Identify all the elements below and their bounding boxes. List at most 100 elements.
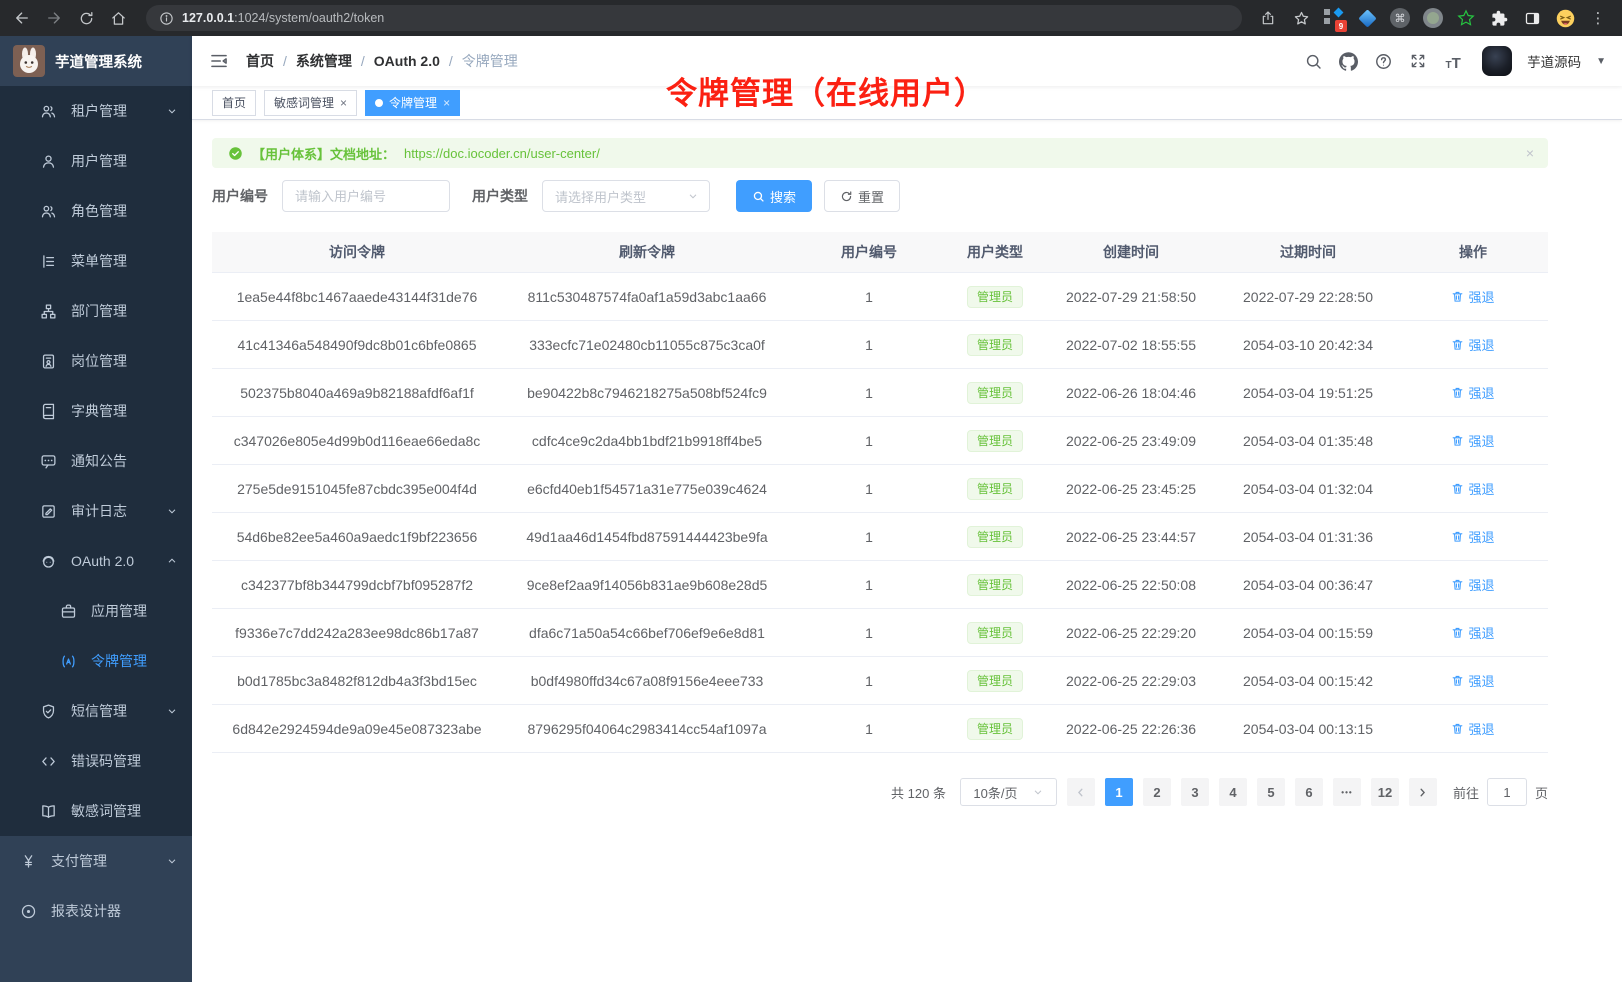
sidebar-item-报表设计器[interactable]: 报表设计器 [0, 886, 192, 936]
site-info-icon[interactable] [158, 10, 174, 26]
sidebar-item-租户管理[interactable]: 租户管理 [0, 86, 192, 136]
search-button[interactable]: 搜索 [736, 180, 812, 212]
reset-button[interactable]: 重置 [824, 180, 900, 212]
sidebar-item-字典管理[interactable]: 字典管理 [0, 386, 192, 436]
table-row: 275e5de9151045fe87cbdc395e004f4de6cfd40e… [212, 464, 1548, 512]
tab-敏感词管理[interactable]: 敏感词管理× [264, 90, 357, 116]
alert-close-icon[interactable]: × [1526, 145, 1534, 161]
home-icon[interactable] [104, 4, 132, 32]
sidebar-item-敏感词管理[interactable]: 敏感词管理 [0, 786, 192, 836]
sidebar-item-OAuth 2.0[interactable]: OAuth 2.0 [0, 536, 192, 586]
side-panel-icon[interactable] [1520, 6, 1544, 30]
back-icon[interactable] [8, 4, 36, 32]
goto-page-input[interactable] [1487, 778, 1527, 806]
force-logout-button[interactable]: 强退 [1451, 575, 1494, 594]
sidebar-item-角色管理[interactable]: 角色管理 [0, 186, 192, 236]
profile-emoji-icon[interactable] [1553, 6, 1577, 30]
fullscreen-icon[interactable] [1408, 51, 1428, 71]
sidebar-item-label: 报表设计器 [51, 901, 121, 921]
font-size-icon[interactable]: TT [1443, 51, 1463, 71]
more-pages-button[interactable]: ••• [1333, 778, 1361, 806]
url-bar[interactable]: 127.0.0.1:1024/system/oauth2/token [146, 5, 1242, 31]
close-icon[interactable]: × [443, 97, 450, 109]
search-icon[interactable] [1303, 51, 1323, 71]
user-type-badge: 管理员 [967, 382, 1023, 404]
code-icon [40, 753, 57, 770]
table-body: 1ea5e44f8bc1467aaede43144f31de76811c5304… [212, 272, 1548, 752]
search-button-icon [752, 190, 765, 203]
force-logout-button[interactable]: 强退 [1451, 527, 1494, 546]
doc-alert: 【用户体系】文档地址： https://doc.iocoder.cn/user-… [212, 138, 1548, 168]
github-icon[interactable] [1338, 51, 1358, 71]
force-logout-button[interactable]: 强退 [1451, 431, 1494, 450]
page-size-value: 10条/页 [973, 783, 1017, 802]
user-type-badge: 管理员 [967, 286, 1023, 308]
breadcrumb-item[interactable]: 系统管理 [296, 51, 352, 71]
page-button-3[interactable]: 3 [1181, 778, 1209, 806]
page-button-5[interactable]: 5 [1257, 778, 1285, 806]
breadcrumb-item[interactable]: OAuth 2.0 [374, 53, 440, 69]
share-icon[interactable] [1256, 6, 1280, 30]
page-button-4[interactable]: 4 [1219, 778, 1247, 806]
page-size-select[interactable]: 10条/页 [960, 778, 1057, 806]
user-id-input[interactable] [282, 180, 450, 212]
sidebar-item-错误码管理[interactable]: 错误码管理 [0, 736, 192, 786]
user-type-cell: 管理员 [946, 574, 1044, 596]
chevron-down-icon[interactable]: ▼ [1596, 56, 1606, 67]
force-logout-button[interactable]: 强退 [1451, 671, 1494, 690]
page-button-12[interactable]: 12 [1371, 778, 1399, 806]
forward-icon[interactable] [40, 4, 68, 32]
sidebar-item-菜单管理[interactable]: 菜单管理 [0, 236, 192, 286]
sidebar-item-支付管理[interactable]: 支付管理 [0, 836, 192, 886]
access-token-cell: 502375b8040a469a9b82188afdf6af1f [212, 385, 502, 401]
force-logout-button[interactable]: 强退 [1451, 719, 1494, 738]
page-button-6[interactable]: 6 [1295, 778, 1323, 806]
user-type-cell: 管理员 [946, 430, 1044, 452]
sidebar-item-通知公告[interactable]: 通知公告 [0, 436, 192, 486]
bookmark-star-icon[interactable] [1289, 6, 1313, 30]
force-logout-button[interactable]: 强退 [1451, 623, 1494, 642]
reload-icon[interactable] [72, 4, 100, 32]
extensions-puzzle-icon[interactable] [1487, 6, 1511, 30]
close-icon[interactable]: × [340, 97, 347, 109]
extension-diamond-icon[interactable] [1355, 6, 1379, 30]
force-logout-button[interactable]: 强退 [1451, 383, 1494, 402]
sidebar-item-用户管理[interactable]: 用户管理 [0, 136, 192, 186]
check-circle-icon [228, 146, 243, 161]
sidebar-item-短信管理[interactable]: 短信管理 [0, 686, 192, 736]
user-type-badge: 管理员 [967, 334, 1023, 356]
help-icon[interactable] [1373, 51, 1393, 71]
user-type-select[interactable]: 请选择用户类型 [542, 180, 710, 212]
prev-page-button[interactable] [1067, 778, 1095, 806]
page-button-1[interactable]: 1 [1105, 778, 1133, 806]
sidebar-item-岗位管理[interactable]: 岗位管理 [0, 336, 192, 386]
user-avatar[interactable] [1482, 46, 1512, 76]
sidebar-item-应用管理[interactable]: 应用管理 [0, 586, 192, 636]
force-logout-button[interactable]: 强退 [1451, 287, 1494, 306]
access-token-cell: b0d1785bc3a8482f812db4a3f3bd15ec [212, 673, 502, 689]
force-logout-button[interactable]: 强退 [1451, 479, 1494, 498]
sidebar-item-部门管理[interactable]: 部门管理 [0, 286, 192, 336]
next-page-button[interactable] [1409, 778, 1437, 806]
tab-令牌管理[interactable]: 令牌管理× [365, 90, 460, 116]
extension-grid-icon[interactable]: 9 [1322, 6, 1346, 30]
user-id-cell: 1 [792, 625, 946, 641]
chevron-down-icon [1032, 786, 1044, 798]
breadcrumb-item[interactable]: 首页 [246, 51, 274, 71]
browser-menu-icon[interactable]: ⋮ [1586, 6, 1610, 30]
extension-green-star-icon[interactable] [1454, 6, 1478, 30]
force-logout-button[interactable]: 强退 [1451, 335, 1494, 354]
app-logo[interactable]: 芋道管理系统 [0, 36, 192, 86]
sidebar-item-令牌管理[interactable]: 令牌管理 [0, 636, 192, 686]
alert-doc-link[interactable]: https://doc.iocoder.cn/user-center/ [404, 146, 600, 161]
extension-command-icon[interactable]: ⌘ [1388, 6, 1412, 30]
table-row: 1ea5e44f8bc1467aaede43144f31de76811c5304… [212, 272, 1548, 320]
hamburger-icon[interactable] [208, 50, 230, 72]
username[interactable]: 芋道源码 [1527, 51, 1581, 71]
sidebar-item-审计日志[interactable]: 审计日志 [0, 486, 192, 536]
action-cell: 强退 [1398, 575, 1548, 594]
page-button-2[interactable]: 2 [1143, 778, 1171, 806]
user-type-cell: 管理员 [946, 622, 1044, 644]
tab-首页[interactable]: 首页 [212, 90, 256, 116]
extension-circle-icon[interactable] [1421, 6, 1445, 30]
